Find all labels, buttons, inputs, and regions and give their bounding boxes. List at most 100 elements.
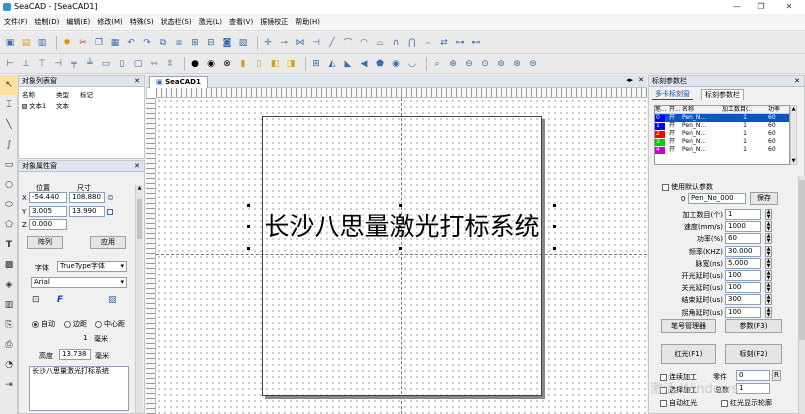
param-spinner[interactable]: ▲ ▼ [765, 306, 772, 318]
param-value-field[interactable]: 100 [725, 282, 761, 294]
undo-icon[interactable]: ↶ [125, 37, 137, 49]
unlock-icon[interactable]: ▯ [253, 58, 265, 70]
param-spinner[interactable]: ▲ ▼ [765, 282, 772, 294]
space-h-icon[interactable]: ⇿ [148, 58, 160, 70]
radio-center[interactable]: 中心距 [95, 319, 125, 329]
copy-icon[interactable]: ❐ [93, 37, 105, 49]
font-setting-icon[interactable]: ⊡ [32, 295, 40, 305]
io-output-icon[interactable]: ⎙ [0, 335, 18, 355]
zoom-all-icon[interactable]: ⊚ [495, 58, 507, 70]
menu-modify[interactable]: 修改(M) [97, 17, 123, 27]
line-icon[interactable]: ╲ [0, 115, 18, 135]
param-spinner[interactable]: ▲ ▼ [765, 257, 772, 269]
radio-auto[interactable]: 自动 [32, 319, 55, 329]
flip-icon[interactable]: ◣ [342, 58, 354, 70]
param-value-field[interactable]: 1 [725, 209, 761, 220]
red-light-button[interactable]: 红光(F1) [661, 344, 716, 364]
param-spinner[interactable]: ▲ ▼ [765, 294, 772, 306]
grid-snap-icon[interactable]: ⊞ [310, 58, 322, 70]
triangle-mirror-icon[interactable]: ◭ [326, 58, 338, 70]
selection-handle[interactable] [247, 247, 250, 250]
zoom-in-icon[interactable]: ⊕ [447, 58, 459, 70]
menu-laser[interactable]: 激光(L) [199, 17, 222, 27]
curve-icon[interactable]: ∫ [0, 135, 18, 155]
text-icon[interactable]: T [0, 235, 18, 255]
rotate-icon[interactable]: ⬟ [374, 58, 386, 70]
save-param-button[interactable]: 保存 [750, 192, 778, 205]
param-spinner[interactable]: ▲ ▼ [765, 245, 772, 257]
param-spinner[interactable]: ▲ ▼ [765, 209, 772, 220]
same-height-icon[interactable]: ▯ [116, 58, 128, 70]
align-middle-icon[interactable]: ╤ [68, 58, 80, 70]
show-icon[interactable]: ◨ [285, 58, 297, 70]
curve-tool-icon[interactable]: ⌒ [342, 37, 354, 49]
table-row[interactable]: 1 开 Pen_N... 1 60 [655, 122, 789, 130]
selection-handle[interactable] [553, 225, 556, 228]
redo-icon[interactable]: ↷ [141, 37, 153, 49]
open-file-icon[interactable]: ▤ [20, 37, 32, 49]
line-tool-icon[interactable]: ╱ [326, 37, 338, 49]
settings-gear-icon[interactable]: ✹ [61, 37, 73, 49]
io-input-icon[interactable]: ⎘ [0, 315, 18, 335]
tab-pin-icon[interactable]: ◂▸ [626, 76, 633, 84]
minimize-button[interactable]: — [728, 1, 746, 13]
stop-icon[interactable]: ◉ [205, 58, 217, 70]
node-remove-icon[interactable]: ⊸ [278, 37, 290, 49]
lock-ratio-icon[interactable]: ⊜ [107, 193, 114, 202]
arc-text-icon[interactable]: ◡ [406, 58, 418, 70]
view-eye-icon[interactable]: ◉ [390, 58, 402, 70]
lock-icon[interactable]: ▮ [237, 58, 249, 70]
cancel-icon[interactable]: ⊗ [221, 58, 233, 70]
menu-help[interactable]: 帮助(H) [295, 17, 320, 27]
new-file-icon[interactable]: ▣ [4, 37, 16, 49]
selection-handle[interactable] [399, 204, 402, 207]
hide-icon[interactable]: ◧ [269, 58, 281, 70]
param-value-field[interactable]: 100 [725, 306, 761, 318]
font-preview-icon[interactable]: ▨ [108, 295, 117, 305]
width-field[interactable]: 108.880 [69, 192, 105, 203]
delay-icon[interactable]: ◔ [0, 355, 18, 375]
camera-icon[interactable]: ◙ [221, 37, 233, 49]
mark-button[interactable]: 标刻(F2) [725, 344, 782, 364]
text-content-input[interactable]: 长沙八思量激光打标系统 [29, 366, 129, 411]
param-spinner[interactable]: ▲ ▼ [765, 221, 772, 233]
selection-handle[interactable] [553, 204, 556, 207]
record-icon[interactable]: ● [189, 58, 201, 70]
zoom-selection-icon[interactable]: ⊛ [511, 58, 523, 70]
menu-view[interactable]: 查看(V) [229, 17, 253, 27]
params-scrollbar[interactable] [798, 176, 805, 414]
node-join-icon[interactable]: ⋈ [294, 37, 306, 49]
param-value-field[interactable]: 60 [725, 233, 761, 245]
cusp-tool-icon[interactable]: ⋂ [406, 37, 418, 49]
pen-name-field[interactable]: Pen_No_000 [688, 193, 746, 204]
ungroup-icon[interactable]: ⧈ [173, 37, 185, 49]
menu-special[interactable]: 特殊(S) [130, 17, 154, 27]
height-field[interactable]: 13.990 [69, 206, 105, 217]
circle-icon[interactable]: ○ [0, 175, 18, 195]
object-visible-checkbox[interactable] [22, 103, 27, 109]
menu-edit[interactable]: 编辑(E) [66, 17, 90, 27]
tab-close-icon[interactable]: ✕ [638, 76, 644, 84]
total-count-field[interactable]: 1 [736, 383, 770, 394]
smooth-tool-icon[interactable]: ∩ [390, 37, 402, 49]
auto-red-checkbox[interactable]: 自动红光 [660, 398, 697, 408]
menu-statusbar[interactable]: 状态栏(S) [161, 17, 192, 27]
same-size-icon[interactable]: ▢ [132, 58, 144, 70]
tab-mark-params[interactable]: 标刻参数栏 [701, 89, 744, 100]
anchor-icon[interactable] [107, 209, 113, 215]
align-center-icon[interactable]: ⊥ [20, 58, 32, 70]
maximize-button[interactable]: ❐ [752, 1, 770, 13]
close-button[interactable]: ✕ [780, 1, 798, 13]
table-row[interactable]: 4 开 Pen_N... 1 60 [655, 146, 789, 154]
param-value-field[interactable]: 100 [725, 270, 761, 281]
selection-handle[interactable] [247, 225, 250, 228]
node-add-icon[interactable]: ✛ [262, 37, 274, 49]
mark-parameters-close-icon[interactable]: ✕ [794, 76, 800, 87]
polygon-icon[interactable]: ⬠ [0, 215, 18, 235]
space-v-icon[interactable]: ⇳ [164, 58, 176, 70]
align-top-icon[interactable]: ⊣ [52, 58, 64, 70]
param-value-field[interactable]: 5.000 [725, 257, 761, 269]
fill-icon[interactable]: ◈ [0, 275, 18, 295]
group-icon[interactable]: ⧉ [157, 37, 169, 49]
canvas-text-object[interactable]: 长沙八思量激光打标系统 [249, 205, 555, 249]
